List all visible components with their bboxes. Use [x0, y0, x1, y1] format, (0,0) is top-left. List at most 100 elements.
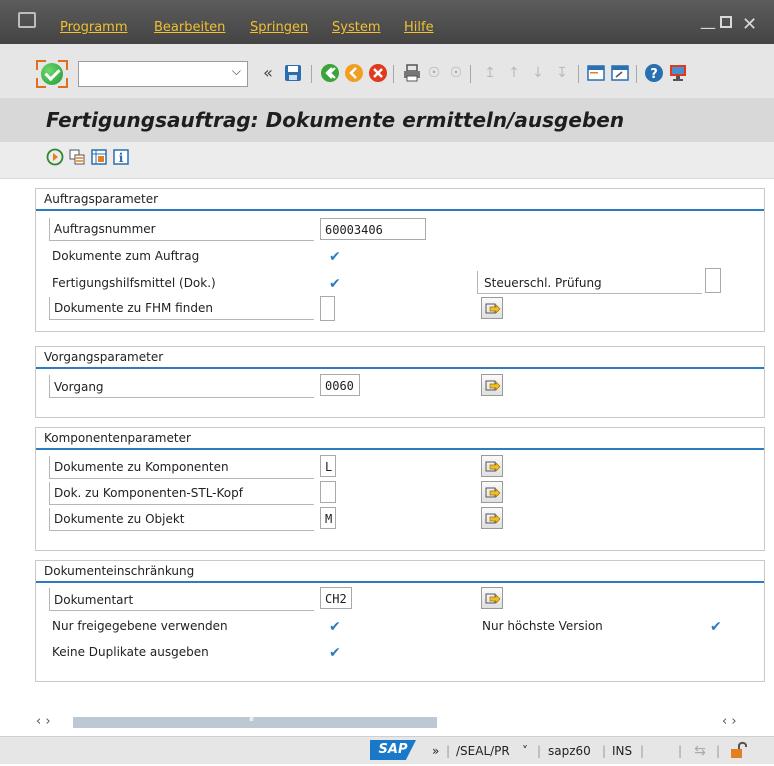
- dokumente-auftrag-checkbox[interactable]: ✔: [329, 250, 343, 264]
- status-separator: |: [537, 744, 542, 758]
- dokumente-fhm-label: Dokumente zu FHM finden: [54, 301, 213, 315]
- previous-page-icon[interactable]: ↑: [504, 63, 524, 83]
- first-page-icon[interactable]: ↥: [480, 63, 500, 83]
- hoechste-version-label: Nur höchste Version: [482, 619, 603, 633]
- multiple-selection-button[interactable]: [481, 587, 503, 609]
- steuerschl-label: Steuerschl. Prüfung: [484, 276, 602, 290]
- save-icon[interactable]: [283, 63, 303, 83]
- next-page-icon[interactable]: ↓: [528, 63, 548, 83]
- status-separator: |: [716, 744, 721, 758]
- status-separator: |: [446, 744, 451, 758]
- customize-layout-icon[interactable]: [668, 63, 688, 83]
- chevron-down-icon[interactable]: ˅: [522, 744, 528, 758]
- shortcut-icon[interactable]: [610, 63, 630, 83]
- status-system: sapz60: [548, 744, 591, 758]
- multiple-selection-button[interactable]: [481, 297, 503, 319]
- section-divider: [36, 448, 764, 450]
- hoechste-version-checkbox[interactable]: ✔: [710, 620, 724, 634]
- svg-text:i: i: [119, 151, 124, 165]
- arrow-right-icon: [485, 303, 501, 314]
- section-title: Dokumenteinschränkung: [44, 564, 195, 578]
- section-title: Auftragsparameter: [44, 192, 159, 206]
- status-program: /SEAL/PR: [456, 744, 510, 758]
- vorgang-field[interactable]: 0060: [320, 374, 360, 396]
- arrow-right-icon: [485, 461, 501, 472]
- objekt-field[interactable]: M: [320, 507, 336, 529]
- print-icon[interactable]: [402, 63, 422, 83]
- scroll-right-arrows[interactable]: ‹ ›: [722, 714, 737, 729]
- section-divider: [36, 581, 764, 583]
- section-divider: [36, 367, 764, 369]
- steuerschl-field[interactable]: [705, 268, 721, 293]
- execute-icon[interactable]: [46, 148, 64, 166]
- keine-duplikate-label: Keine Duplikate ausgeben: [52, 645, 209, 659]
- maximize-icon[interactable]: [720, 16, 732, 28]
- fhm-label: Fertigungshilfsmittel (Dok.): [52, 276, 216, 290]
- close-icon[interactable]: ✕: [742, 14, 757, 35]
- section-title: Komponentenparameter: [44, 431, 191, 445]
- selection-options-icon[interactable]: [90, 148, 108, 166]
- multiple-selection-button[interactable]: [481, 481, 503, 503]
- menu-hilfe[interactable]: Hilfe: [404, 20, 434, 35]
- section-divider: [36, 209, 764, 211]
- objekt-label: Dokumente zu Objekt: [54, 512, 185, 526]
- create-session-icon[interactable]: [586, 63, 606, 83]
- checkmark-icon: [41, 63, 63, 85]
- nur-freigegebene-checkbox[interactable]: ✔: [329, 620, 343, 634]
- menu-bar: Programm Bearbeiten Springen System Hilf…: [0, 0, 774, 44]
- menu-bearbeiten[interactable]: Bearbeiten: [154, 20, 225, 35]
- command-field[interactable]: ⌵: [78, 61, 248, 87]
- auftragsnummer-label: Auftragsnummer: [54, 222, 156, 236]
- exit-icon[interactable]: [344, 63, 364, 83]
- arrow-right-icon: [485, 593, 501, 604]
- auftragsnummer-field[interactable]: 60003406: [320, 218, 426, 240]
- unlock-icon[interactable]: [728, 740, 748, 760]
- dokumentart-field[interactable]: CH2: [320, 587, 352, 609]
- menu-system[interactable]: System: [332, 20, 380, 35]
- page-title: Fertigungsauftrag: Dokumente ermitteln/a…: [46, 108, 625, 132]
- dokumente-fhm-field[interactable]: [320, 296, 335, 321]
- find-icon[interactable]: ☉: [424, 63, 444, 83]
- keine-duplikate-checkbox[interactable]: ✔: [329, 646, 343, 660]
- stl-kopf-label: Dok. zu Komponenten-STL-Kopf: [54, 486, 243, 500]
- section-title: Vorgangsparameter: [44, 350, 164, 364]
- status-mode: INS: [612, 744, 633, 758]
- arrow-right-icon: [485, 380, 501, 391]
- scroll-grip: III: [249, 714, 254, 723]
- enter-button[interactable]: [36, 60, 68, 88]
- help-icon[interactable]: ?: [644, 63, 664, 83]
- fhm-checkbox[interactable]: ✔: [329, 277, 343, 291]
- horizontal-scrollbar-thumb[interactable]: III: [73, 714, 437, 728]
- multiple-selection-button[interactable]: [481, 374, 503, 396]
- stl-kopf-field[interactable]: [320, 481, 336, 503]
- status-separator: |: [678, 744, 683, 758]
- komponenten-field[interactable]: L: [320, 455, 336, 477]
- find-next-icon[interactable]: ☉: [446, 63, 466, 83]
- minimize-icon[interactable]: —: [700, 18, 716, 37]
- expand-status-icon[interactable]: »: [432, 744, 439, 758]
- chevron-down-icon[interactable]: ⌵: [232, 64, 241, 79]
- dokumentart-label: Dokumentart: [54, 593, 134, 607]
- multiple-selection-button[interactable]: [481, 455, 503, 477]
- info-icon[interactable]: i: [112, 148, 130, 166]
- last-page-icon[interactable]: ↧: [552, 63, 572, 83]
- get-variant-icon[interactable]: [68, 148, 86, 166]
- back-icon[interactable]: [320, 63, 340, 83]
- status-separator: |: [640, 744, 645, 758]
- komponenten-label: Dokumente zu Komponenten: [54, 460, 229, 474]
- menu-springen[interactable]: Springen: [250, 20, 308, 35]
- nur-freigegebene-label: Nur freigegebene verwenden: [52, 619, 228, 633]
- cancel-icon[interactable]: [368, 63, 388, 83]
- scroll-left-arrows[interactable]: ‹ ›: [36, 714, 51, 729]
- system-menu-icon[interactable]: [18, 12, 36, 28]
- vorgang-label: Vorgang: [54, 380, 104, 394]
- collapse-toolbar-icon[interactable]: «: [258, 63, 278, 83]
- command-input[interactable]: [83, 64, 227, 86]
- svg-text:?: ?: [650, 67, 658, 82]
- menu-programm[interactable]: Programm: [60, 20, 128, 35]
- status-separator: |: [602, 744, 607, 758]
- multiple-selection-button[interactable]: [481, 507, 503, 529]
- arrow-right-icon: [485, 513, 501, 524]
- arrow-right-icon: [485, 487, 501, 498]
- screen-split-icon[interactable]: ⇆: [690, 741, 710, 761]
